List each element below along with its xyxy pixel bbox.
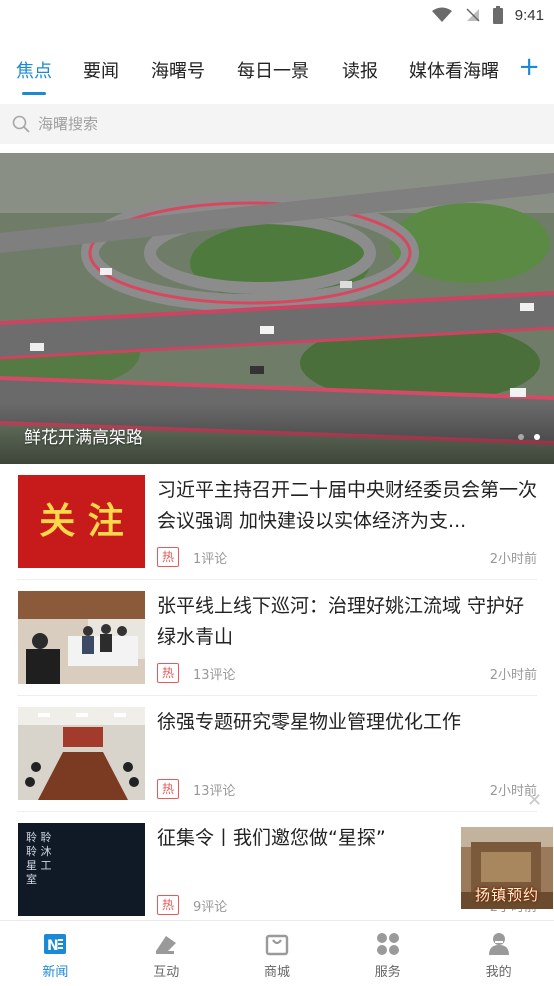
tab-newspaper[interactable]: 读报 [342,57,378,83]
nav-profile[interactable]: 我的 [443,921,554,986]
search-bar[interactable] [0,104,554,144]
nav-news[interactable]: N 新闻 [0,921,111,986]
banner-caption: 鲜花开满高架路 [24,428,143,448]
news-meta: 热 1评论 2小时前 [157,546,537,568]
news-item[interactable]: 关 注 习近平主持召开二十届中央财经委员会第一次会议强调 加快建设以实体经济为支… [17,464,537,580]
hot-badge: 热 [157,547,180,567]
carousel-dot [518,434,524,440]
tab-headlines[interactable]: 要闻 [83,57,119,83]
search-input[interactable] [38,115,518,133]
carousel-dot-active [534,434,540,440]
banner-carousel[interactable]: 鲜花开满高架路 [0,153,554,464]
news-thumbnail: 关 注 [18,475,145,568]
news-title: 习近平主持召开二十届中央财经委员会第一次会议强调 加快建设以实体经济为支... [157,479,538,532]
news-item[interactable]: 徐强专题研究零星物业管理优化工作 热 13评论 2小时前 [17,696,537,812]
nav-label: 新闻 [42,965,69,980]
news-meta: 热 13评论 2小时前 [157,778,537,800]
news-thumbnail [18,591,145,684]
nav-label: 互动 [153,965,180,980]
user-icon [488,933,509,955]
conference-photo [18,707,145,800]
news-item[interactable]: 张平线上线下巡河：治理好姚江流域 守护好绿水青山 热 13评论 2小时前 [17,580,537,696]
news-meta: 热 13评论 2小时前 [157,662,537,684]
news-thumbnail: 聆 聆 聆 沐 星 工 室 [18,823,145,916]
battery-icon [492,6,503,24]
news-item[interactable]: 聆 聆 聆 沐 星 工 室 征集令丨我们邀您做“星探” 热 9评论 2小时前 [17,812,537,928]
nav-label: 服务 [374,965,401,980]
nav-label: 我的 [485,965,512,980]
signal-off-icon [466,8,480,22]
news-icon: N [44,934,67,954]
nav-service[interactable]: 服务 [332,921,443,986]
tab-haishu-account[interactable]: 海曙号 [151,57,205,83]
app-screen: 9:41 焦点 要闻 海曙号 每日一景 读报 媒体看海曙 + 海曙搜索 鲜花开满… [0,0,554,986]
news-title: 徐强专题研究零星物业管理优化工作 [157,711,462,733]
floating-ad[interactable]: 扬镇预约 [461,827,553,909]
publish-time: 2小时前 [489,551,537,567]
meeting-photo [18,591,145,684]
comment-count: 13评论 [193,667,236,683]
status-bar: 9:41 [0,0,554,30]
svg-text:N: N [47,938,59,954]
thumbnail-label: 聆 聆 聆 沐 星 工 室 [26,831,52,886]
comment-count: 13评论 [193,783,236,799]
interact-icon [156,936,177,954]
bottom-nav: N 新闻 互动 商城 服务 我的 [0,920,554,986]
comment-count: 1评论 [193,551,228,567]
shopping-bag-icon [265,934,289,956]
publish-time: 2小时前 [489,667,537,683]
ad-label: 扬镇预约 [474,886,539,904]
tab-daily-scene[interactable]: 每日一景 [237,57,309,83]
banner-image [0,153,554,464]
hot-badge: 热 [157,895,180,915]
grid-icon [376,933,399,955]
tab-focus[interactable]: 焦点 [16,57,52,95]
status-time: 9:41 [514,6,544,24]
news-thumbnail [18,707,145,800]
comment-count: 9评论 [193,899,228,915]
nav-label: 商城 [263,965,290,980]
tab-media-view[interactable]: 媒体看海曙 [409,57,499,83]
channel-tabs: 焦点 要闻 海曙号 每日一景 读报 媒体看海曙 + [0,44,554,96]
close-icon[interactable]: ✕ [527,790,542,811]
thumbnail-label: 关 注 [39,500,124,542]
search-icon [12,115,30,133]
add-channel-button[interactable]: + [518,54,540,80]
hot-badge: 热 [157,663,180,683]
hot-badge: 热 [157,779,180,799]
nav-interact[interactable]: 互动 [111,921,222,986]
carousel-dots [518,434,540,440]
nav-mall[interactable]: 商城 [222,921,333,986]
wifi-icon [431,7,452,22]
news-title: 张平线上线下巡河：治理好姚江流域 守护好绿水青山 [157,595,525,648]
